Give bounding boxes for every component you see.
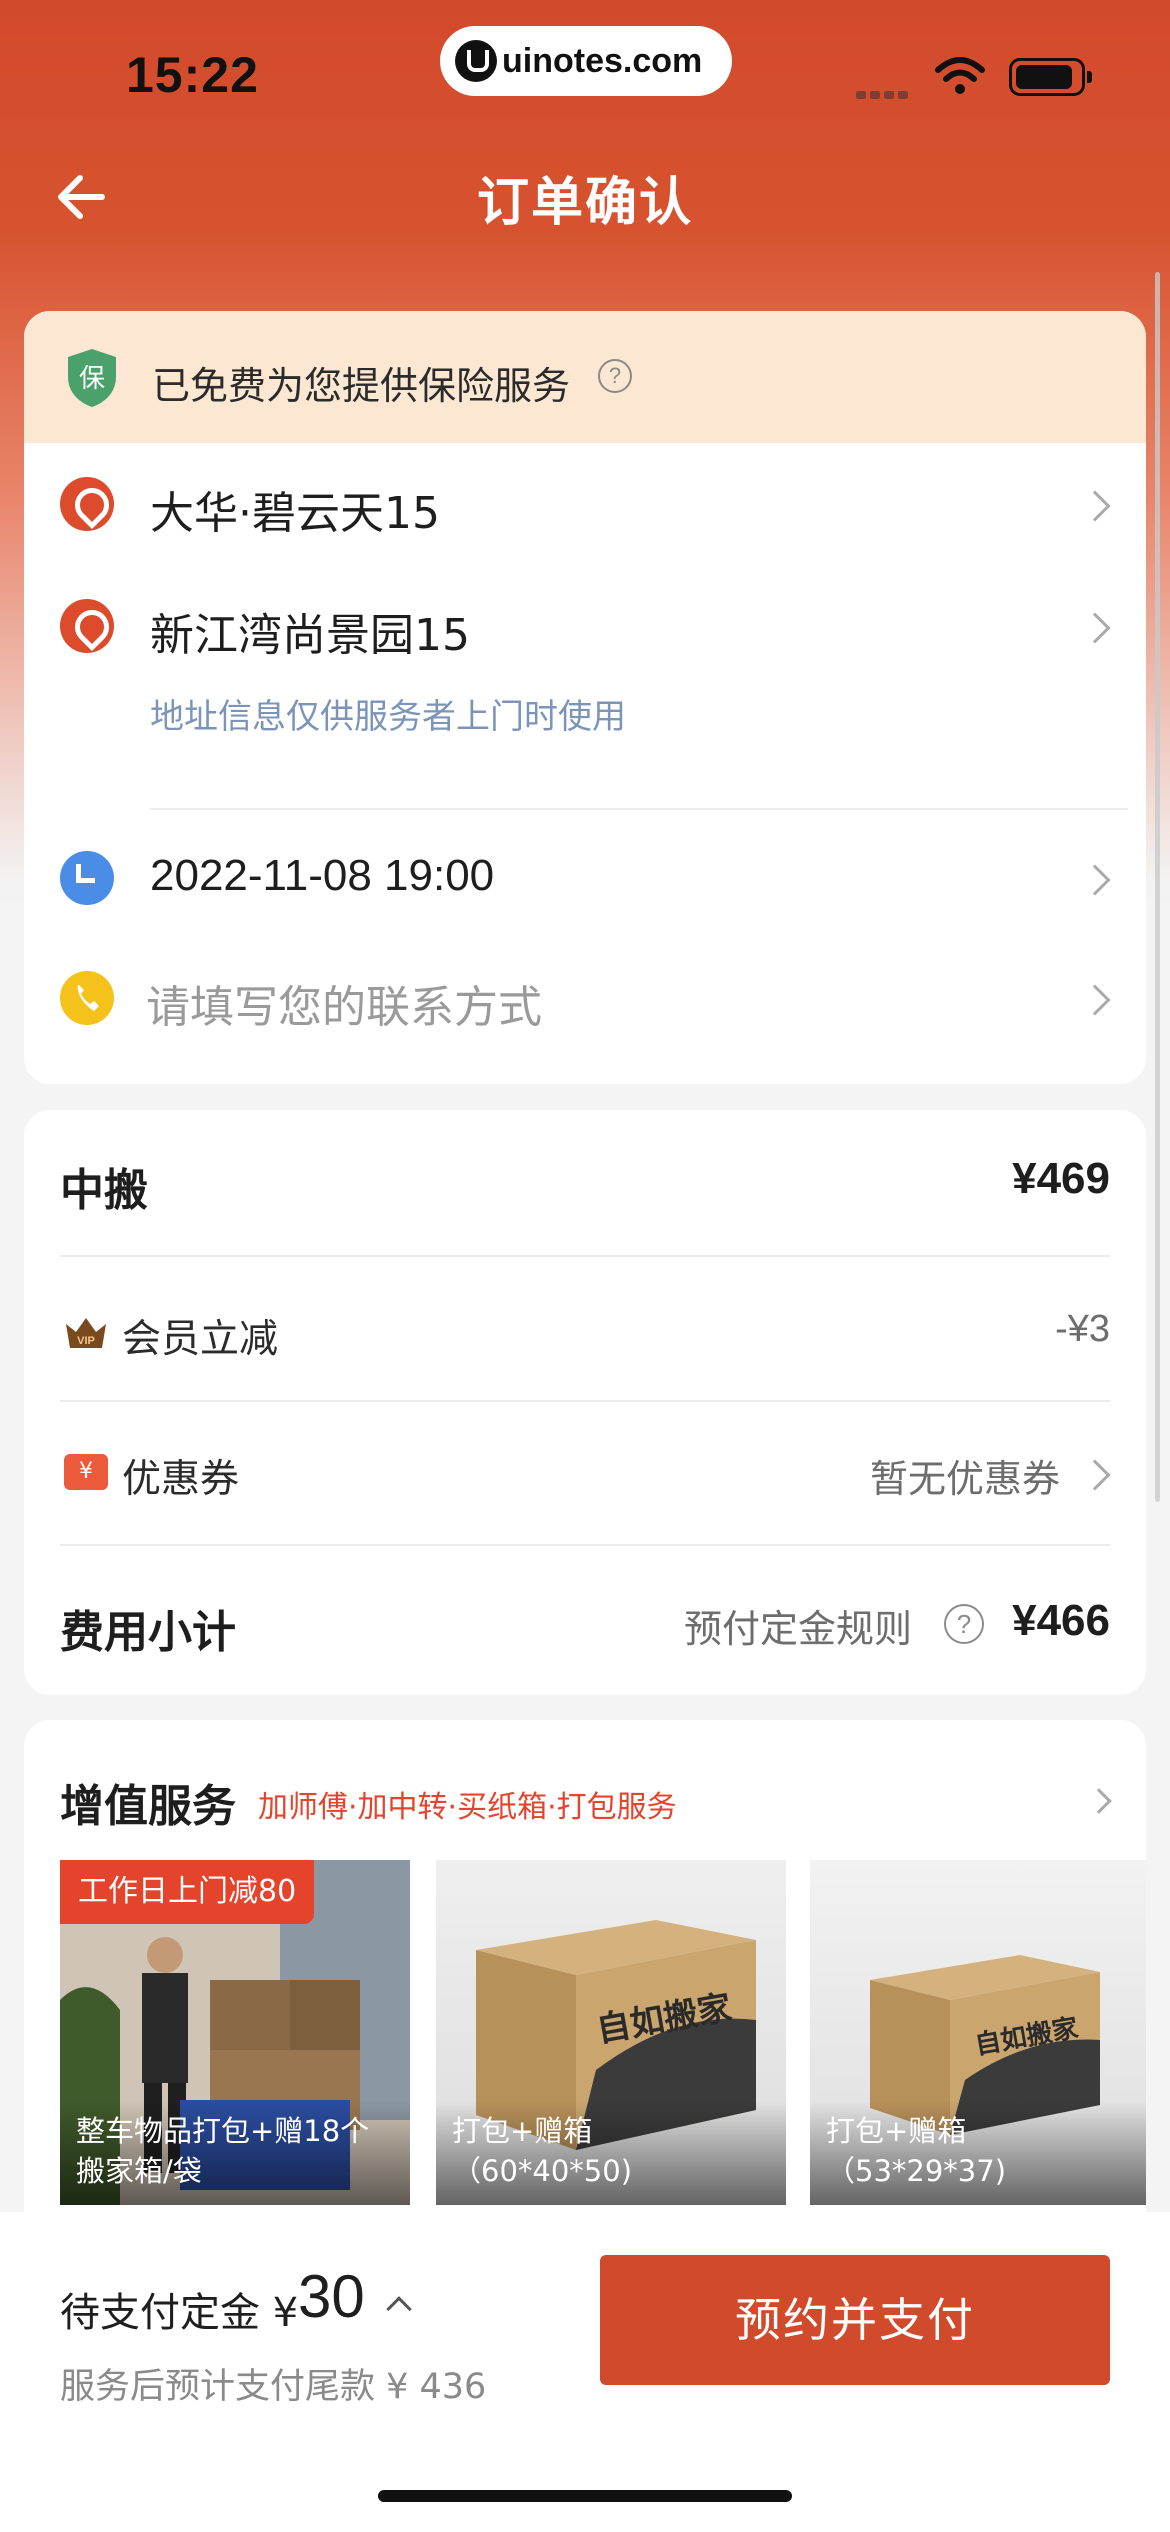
chevron-right-icon xyxy=(1079,864,1111,896)
origin-address-row[interactable]: 大华·碧云天15 xyxy=(24,443,1146,565)
address-card: 保 已免费为您提供保险服务 ? 大华·碧云天15 新江湾尚景园15 地址信息仅供… xyxy=(24,311,1146,1084)
fee-card: 中搬 ¥469 VIP 会员立减 -¥3 ¥ 优惠券 暂无优惠券 费用小计 预付… xyxy=(24,1110,1146,1695)
service-tile-box-large[interactable]: 自如搬家 打包+赠箱（60*40*50) xyxy=(436,1860,786,2205)
insurance-text: 已免费为您提供保险服务 xyxy=(152,364,571,408)
contact-placeholder: 请填写您的联系方式 xyxy=(146,982,542,1033)
origin-address: 大华·碧云天15 xyxy=(150,488,440,539)
status-time: 15:22 xyxy=(126,47,259,103)
service-amount: ¥469 xyxy=(1012,1154,1110,1203)
vip-crown-icon: VIP xyxy=(66,1318,106,1348)
vip-icon-text: VIP xyxy=(77,1335,95,1347)
destination-pin-icon xyxy=(60,599,114,653)
chevron-right-icon xyxy=(1079,1459,1111,1491)
scrollbar[interactable] xyxy=(1155,272,1160,1502)
origin-pin-icon xyxy=(60,477,114,531)
subtotal-amount: ¥466 xyxy=(1012,1596,1110,1645)
subtotal-row: 费用小计 预付定金规则 ? ¥466 xyxy=(24,1546,1146,1695)
deposit-rule-help-icon[interactable]: ? xyxy=(944,1604,984,1644)
url-text: uinotes.com xyxy=(502,42,703,80)
signal-icon xyxy=(856,84,912,99)
battery-icon xyxy=(1009,58,1092,96)
chevron-right-icon xyxy=(1079,984,1111,1016)
chevron-right-icon[interactable] xyxy=(1086,1788,1112,1814)
deposit-rule-link[interactable]: 预付定金规则 xyxy=(684,1598,912,1653)
coupon-label: 优惠券 xyxy=(122,1457,240,1502)
chevron-right-icon xyxy=(1079,490,1111,522)
wifi-icon xyxy=(935,57,985,94)
contact-row[interactable]: 请填写您的联系方式 xyxy=(24,971,1146,1071)
clock-icon xyxy=(60,851,114,905)
destination-address: 新江湾尚景园15 xyxy=(150,610,470,661)
service-tile-box-medium[interactable]: 自如搬家 打包+赠箱（53*29*37) xyxy=(810,1860,1146,2205)
insurance-help-icon[interactable]: ? xyxy=(598,359,632,393)
home-indicator[interactable] xyxy=(378,2490,792,2502)
service-caption: 打包+赠箱（60*40*50) xyxy=(436,2101,786,2205)
member-discount-amount: -¥3 xyxy=(1055,1308,1110,1350)
divider xyxy=(150,808,1128,810)
promo-tag: 工作日上门减80 xyxy=(60,1860,315,1924)
balance-note: 服务后预计支付尾款 ¥ 436 xyxy=(60,2367,487,2407)
service-type-label: 中搬 xyxy=(60,1165,148,1216)
insurance-banner[interactable]: 保 已免费为您提供保险服务 ? xyxy=(24,311,1146,443)
destination-address-row[interactable]: 新江湾尚景园15 地址信息仅供服务者上门时使用 xyxy=(24,565,1146,737)
divider xyxy=(60,1255,1110,1257)
service-caption: 打包+赠箱（53*29*37) xyxy=(810,2101,1146,2205)
member-discount-label: 会员立减 xyxy=(122,1317,279,1362)
service-caption: 整车物品打包+赠18个搬家箱/袋 xyxy=(60,2101,410,2205)
phone-icon xyxy=(60,971,114,1025)
coupon-value: 暂无优惠券 xyxy=(869,1457,1060,1501)
page-title: 订单确认 xyxy=(476,173,693,233)
service-tile-packing[interactable]: 工作日上门减80 整车物品打包+赠18个搬家箱/袋 xyxy=(60,1860,410,2205)
value-added-title: 增值服务 xyxy=(60,1781,236,1832)
site-logo-icon xyxy=(455,40,497,82)
book-and-pay-button[interactable]: 预约并支付 xyxy=(600,2255,1110,2385)
chevron-right-icon xyxy=(1079,612,1111,644)
deposit-amount: 30 xyxy=(298,2263,365,2330)
address-note: 地址信息仅供服务者上门时使用 xyxy=(150,697,626,737)
value-added-subtitle: 加师傅·加中转·买纸箱·打包服务 xyxy=(258,1790,677,1825)
move-datetime: 2022-11-08 19:00 xyxy=(150,851,495,900)
coupon-row[interactable]: ¥ 优惠券 暂无优惠券 xyxy=(24,1402,1146,1542)
datetime-row[interactable]: 2022-11-08 19:00 xyxy=(24,851,1146,961)
member-discount-row: VIP 会员立减 -¥3 xyxy=(24,1260,1146,1400)
coupon-ticket-icon: ¥ xyxy=(64,1454,108,1490)
deposit-label: 待支付定金 ¥ xyxy=(60,2290,299,2336)
subtotal-label: 费用小计 xyxy=(60,1607,236,1658)
insurance-shield-icon: 保 xyxy=(68,349,116,407)
chevron-up-icon[interactable] xyxy=(386,2296,412,2322)
insurance-badge-text: 保 xyxy=(79,364,105,394)
